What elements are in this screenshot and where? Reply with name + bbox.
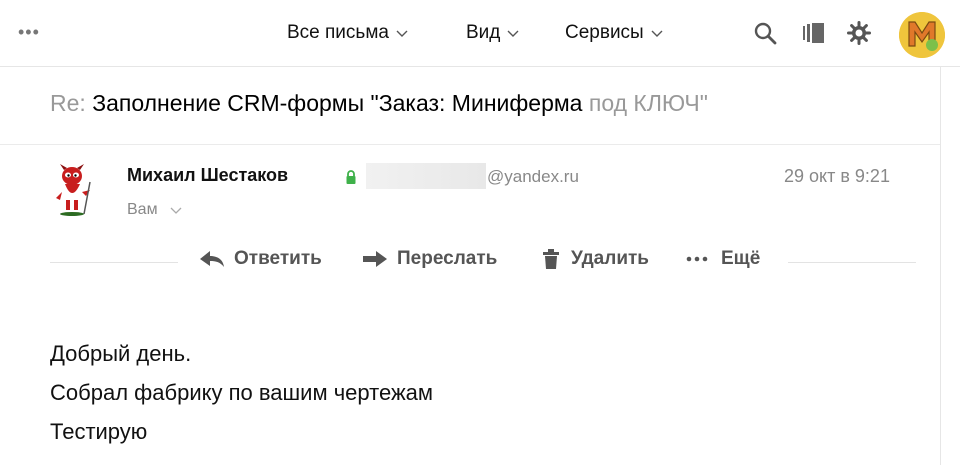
body-line: Добрый день. xyxy=(50,341,192,366)
lock-icon xyxy=(346,170,356,184)
recipient-label: Вам xyxy=(127,201,158,218)
more-menu-button[interactable]: ••• xyxy=(18,22,40,43)
more-actions-button[interactable]: Ещё xyxy=(686,248,760,270)
sender-email-domain: @yandex.ru xyxy=(487,167,579,186)
more-label: Ещё xyxy=(721,248,761,269)
services-label: Сервисы xyxy=(565,22,644,43)
gear-icon[interactable] xyxy=(846,20,872,46)
search-icon[interactable] xyxy=(752,20,778,46)
forward-arrow-icon xyxy=(363,251,387,267)
message-body: Добрый день. Собрал фабрику по вашим чер… xyxy=(50,334,433,451)
chevron-down-icon xyxy=(396,30,408,37)
right-divider xyxy=(940,67,941,465)
chevron-down-icon xyxy=(651,30,663,37)
actions-divider-left xyxy=(50,262,178,263)
chevron-down-icon xyxy=(170,207,182,214)
chevron-down-icon xyxy=(507,30,519,37)
ellipsis-icon xyxy=(686,256,708,262)
services-dropdown[interactable]: Сервисы xyxy=(565,22,663,44)
user-avatar[interactable] xyxy=(899,12,945,58)
recipients-toggle[interactable]: Вам xyxy=(127,201,182,219)
sender-name[interactable]: Михаил Шестаков xyxy=(127,165,288,186)
reply-arrow-icon xyxy=(200,251,224,267)
message-date: 29 окт в 9:21 xyxy=(784,166,890,186)
reply-label: Ответить xyxy=(234,248,322,269)
subject-divider xyxy=(0,144,940,145)
all-mail-label: Все письма xyxy=(287,22,389,43)
body-line: Собрал фабрику по вашим чертежам xyxy=(50,380,434,405)
delete-label: Удалить xyxy=(571,248,649,269)
delete-button[interactable]: Удалить xyxy=(540,248,649,270)
forward-button[interactable]: Переслать xyxy=(362,248,497,270)
subject-prefix: Re: xyxy=(50,90,86,116)
subject-faded: под КЛЮЧ" xyxy=(588,90,708,116)
top-toolbar: ••• Все письма Вид Сервисы xyxy=(0,0,960,67)
actions-divider-right xyxy=(788,262,916,263)
reply-button[interactable]: Ответить xyxy=(199,248,322,270)
all-mail-dropdown[interactable]: Все письма xyxy=(287,22,408,44)
redacted-email-user xyxy=(366,163,486,189)
message-subject: Re: Заполнение CRM-формы "Заказ: Минифер… xyxy=(50,90,708,117)
avatar-logo-icon xyxy=(899,12,945,58)
view-dropdown[interactable]: Вид xyxy=(466,22,519,44)
sender-avatar[interactable] xyxy=(50,162,96,216)
trash-icon xyxy=(543,249,559,269)
forward-label: Переслать xyxy=(397,248,498,269)
body-line: Тестирую xyxy=(50,419,148,444)
view-label: Вид xyxy=(466,22,501,43)
layout-icon[interactable] xyxy=(801,20,827,46)
subject-main: Заполнение CRM-формы "Заказ: Миниферма xyxy=(92,90,589,116)
